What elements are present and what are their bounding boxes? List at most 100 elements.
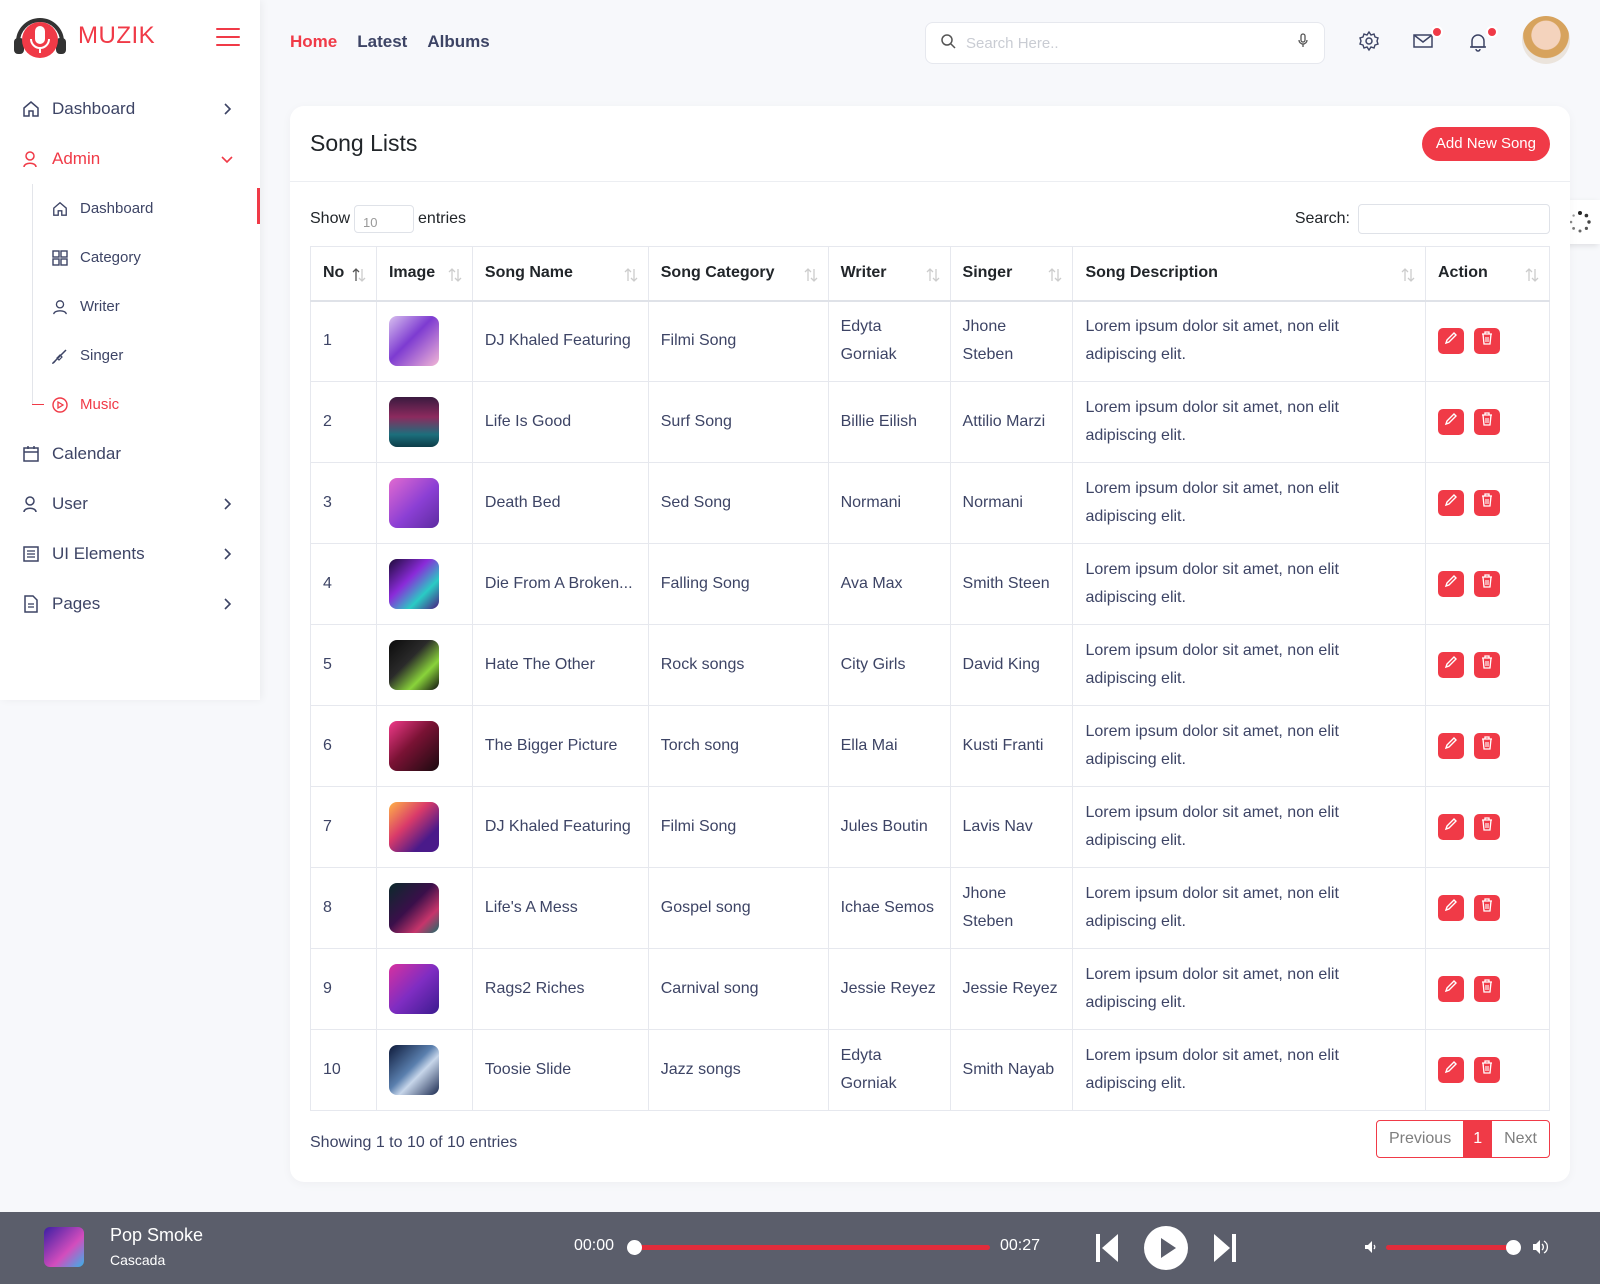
column-header[interactable]: Song Category	[647, 246, 829, 302]
sidebar-item-dashboard[interactable]: Dashboard	[0, 84, 260, 134]
cell-song-category: Rock songs	[647, 624, 829, 706]
sidebar-subitem-label: Music	[80, 396, 120, 413]
sidebar-item-admin[interactable]: Admin	[0, 134, 260, 224]
sort-icon[interactable]	[1525, 267, 1539, 283]
mail-icon[interactable]	[1413, 26, 1443, 56]
column-header[interactable]: Song Name	[471, 246, 649, 302]
progress-bar[interactable]	[635, 1245, 990, 1250]
next-track-icon[interactable]	[1214, 1234, 1236, 1267]
delete-button[interactable]	[1474, 328, 1500, 355]
edit-button[interactable]	[1438, 814, 1464, 840]
song-list-card: Song Lists Add New Song Show 10 entries …	[290, 106, 1570, 1182]
sort-asc-icon[interactable]	[352, 267, 366, 283]
delete-button[interactable]	[1474, 490, 1500, 516]
cell-singer: Smith Steen	[949, 543, 1074, 625]
cell-writer: Ella Mai	[827, 705, 951, 787]
cell-song-name: Toosie Slide	[471, 1029, 649, 1111]
sidebar-subitem-dashboard[interactable]: Dashboard	[32, 184, 260, 233]
cell-image	[375, 786, 473, 868]
edit-button[interactable]	[1438, 328, 1464, 355]
edit-button[interactable]	[1438, 571, 1464, 597]
sort-icon[interactable]	[624, 267, 638, 283]
cell-no: 10	[310, 1029, 377, 1111]
trash-icon	[1480, 813, 1494, 841]
delete-button[interactable]	[1474, 733, 1500, 759]
edit-button[interactable]	[1438, 895, 1464, 921]
cell-song-description: Lorem ipsum dolor sit amet, non elit adi…	[1072, 867, 1426, 949]
menu-toggle-icon[interactable]	[216, 28, 240, 48]
edit-button[interactable]	[1438, 1057, 1464, 1083]
column-header[interactable]: Image	[375, 246, 473, 302]
cell-song-category: Sed Song	[647, 462, 829, 544]
sidebar-subitem-music[interactable]: Music	[32, 380, 260, 429]
next-page-button[interactable]: Next	[1492, 1121, 1549, 1157]
edit-button[interactable]	[1438, 733, 1464, 759]
play-icon[interactable]	[1144, 1226, 1188, 1275]
delete-button[interactable]	[1474, 409, 1500, 435]
sidebar-item-user[interactable]: User	[0, 479, 260, 529]
brand[interactable]: MUZIK	[12, 12, 155, 60]
table-search-input[interactable]	[1358, 204, 1550, 234]
table-row: 8 Life's A Mess Gospel song Ichae Semos Jhon…	[310, 867, 1550, 949]
sidebar-item-ui-elements[interactable]: UI Elements	[0, 529, 260, 579]
cell-song-category: Carnival song	[647, 948, 829, 1030]
trash-icon	[1480, 975, 1494, 1003]
sort-icon[interactable]	[926, 267, 940, 283]
song-thumbnail	[388, 883, 439, 933]
cell-action	[1425, 786, 1550, 868]
sidebar-item-calendar[interactable]: Calendar	[0, 429, 260, 479]
chevron-right-icon	[220, 496, 234, 510]
nav-home[interactable]: Home	[290, 32, 337, 52]
bell-icon[interactable]	[1468, 26, 1498, 56]
sidebar-subitem-singer[interactable]: Singer	[32, 331, 260, 380]
sort-icon[interactable]	[804, 267, 818, 283]
entries-length-select[interactable]: 10	[354, 205, 415, 233]
delete-button[interactable]	[1474, 571, 1500, 597]
edit-button[interactable]	[1438, 409, 1464, 435]
cell-no: 2	[310, 381, 377, 463]
sidebar-subitem-label: Singer	[80, 347, 124, 364]
column-header[interactable]: No	[310, 246, 377, 302]
sidebar-subitem-category[interactable]: Category	[32, 233, 260, 282]
delete-button[interactable]	[1474, 895, 1500, 921]
sort-icon[interactable]	[1401, 267, 1415, 283]
search-icon	[940, 33, 956, 54]
volume-low-icon[interactable]	[1364, 1240, 1378, 1259]
gear-icon[interactable]	[1358, 30, 1382, 54]
column-header[interactable]: Action	[1425, 246, 1550, 302]
add-new-song-button[interactable]: Add New Song	[1421, 126, 1550, 161]
previous-track-icon[interactable]	[1096, 1234, 1118, 1267]
search-input[interactable]	[966, 34, 1296, 52]
column-header[interactable]: Song Description	[1072, 246, 1426, 302]
edit-button[interactable]	[1438, 976, 1464, 1002]
cell-singer: Jhone Steben	[949, 300, 1074, 382]
volume-handle[interactable]	[1506, 1240, 1521, 1255]
volume-high-icon[interactable]	[1532, 1239, 1550, 1260]
volume-bar[interactable]	[1386, 1245, 1512, 1250]
progress-handle[interactable]	[627, 1240, 642, 1255]
edit-button[interactable]	[1438, 652, 1464, 678]
previous-page-button[interactable]: Previous	[1377, 1121, 1463, 1157]
song-thumbnail	[388, 802, 439, 852]
card-header: Song Lists Add New Song	[290, 106, 1570, 182]
sidebar-subitem-label: Dashboard	[80, 200, 154, 217]
song-thumbnail	[388, 1045, 439, 1095]
sidebar-subitem-writer[interactable]: Writer	[32, 282, 260, 331]
sort-icon[interactable]	[448, 267, 462, 283]
delete-button[interactable]	[1474, 652, 1500, 678]
table-row: 1 DJ Khaled Featuring Filmi Song Edyta Gorn…	[310, 300, 1550, 382]
edit-button[interactable]	[1438, 490, 1464, 516]
sort-icon[interactable]	[1048, 267, 1062, 283]
delete-button[interactable]	[1474, 976, 1500, 1002]
microphone-icon[interactable]	[1296, 32, 1310, 54]
column-header[interactable]: Writer	[827, 246, 951, 302]
delete-button[interactable]	[1474, 814, 1500, 840]
column-header[interactable]: Singer	[949, 246, 1074, 302]
nav-albums[interactable]: Albums	[427, 32, 489, 52]
delete-button[interactable]	[1474, 1057, 1500, 1083]
sidebar-item-pages[interactable]: Pages	[0, 579, 260, 629]
nav-latest[interactable]: Latest	[357, 32, 407, 52]
music-player: Pop Smoke Cascada 00:00 00:27	[0, 1212, 1600, 1284]
avatar[interactable]	[1522, 16, 1570, 64]
page-1-button[interactable]: 1	[1463, 1121, 1493, 1157]
